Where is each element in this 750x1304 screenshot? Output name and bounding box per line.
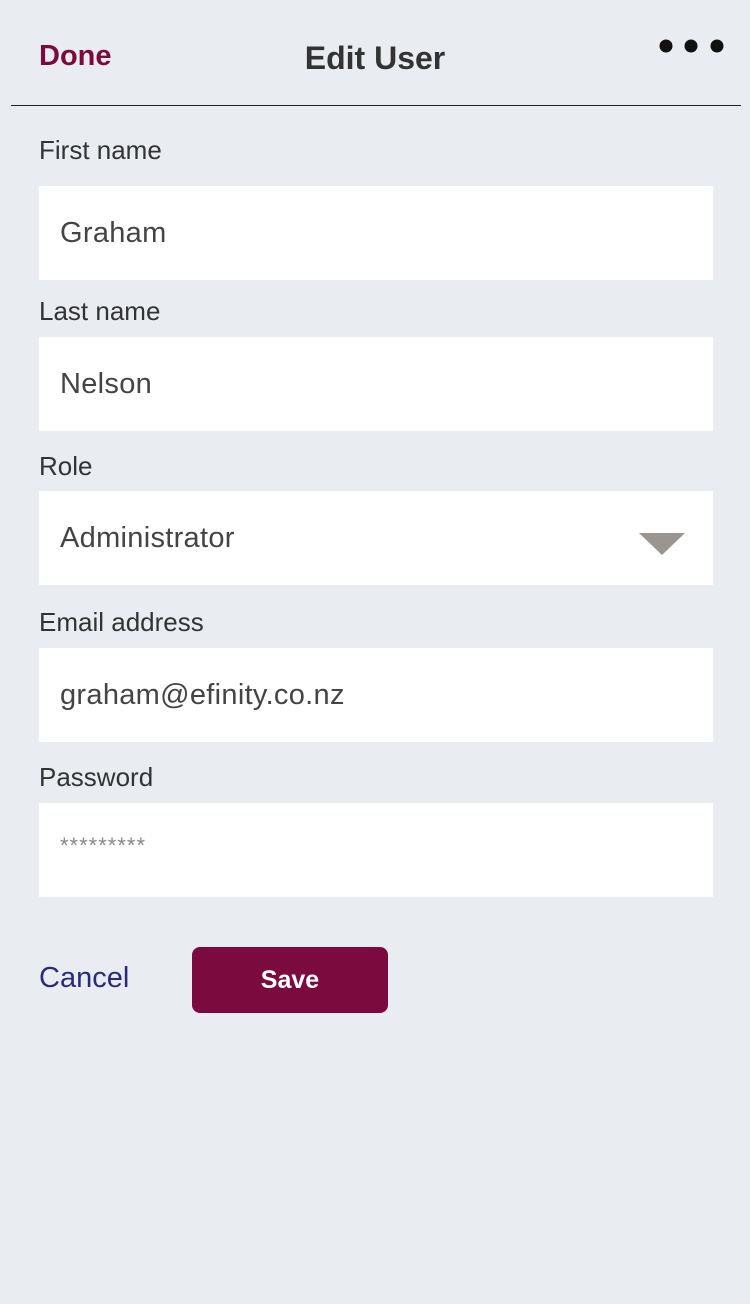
email-label: Email address [39,607,204,637]
first-name-value: Graham [60,217,167,249]
password-field[interactable]: ********* [39,803,713,897]
role-select[interactable]: Administrator [39,491,713,585]
email-value: graham@efinity.co.nz [60,679,345,711]
password-value: ********* [60,833,147,858]
role-label: Role [39,451,93,481]
page-title: Edit User [304,40,446,76]
first-name-label: First name [39,135,162,165]
app-header: Done Edit User [0,0,750,106]
more-horizontal-icon[interactable] [656,38,728,54]
first-name-field[interactable]: Graham [39,186,713,280]
password-label: Password [39,762,154,792]
email-field[interactable]: graham@efinity.co.nz [39,648,713,742]
save-button[interactable]: Save [192,947,388,1013]
last-name-label: Last name [39,296,161,326]
caret-down-icon [639,533,685,555]
cancel-button[interactable]: Cancel [39,962,129,995]
last-name-value: Nelson [60,368,153,400]
role-value: Administrator [60,522,235,554]
header-divider [11,105,741,106]
last-name-field[interactable]: Nelson [39,337,713,431]
